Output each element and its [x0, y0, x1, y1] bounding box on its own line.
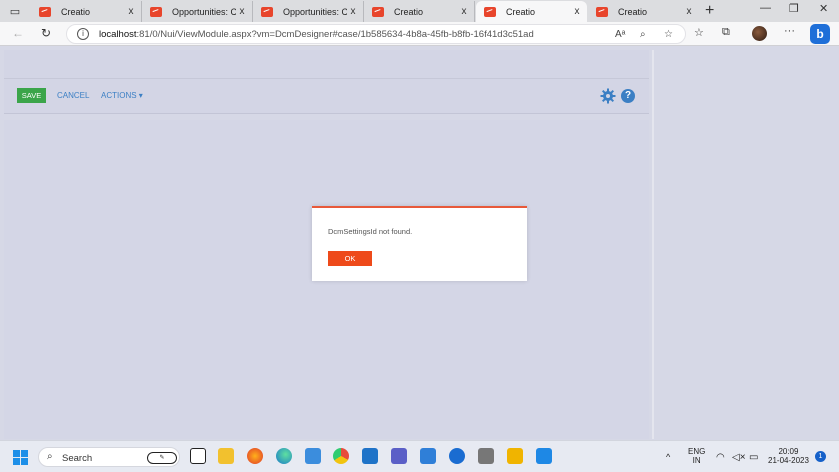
close-tab-icon[interactable]: x [458, 6, 470, 17]
site-info-icon[interactable]: i [77, 28, 89, 40]
browser-tab-active[interactable]: Creatio x [476, 1, 587, 22]
header-divider [4, 78, 649, 79]
url-path: :81/0/Nui/ViewModule.aspx?vm=DcmDesigner… [136, 29, 534, 40]
close-tab-icon[interactable]: x [236, 6, 248, 17]
notepad-icon[interactable] [305, 448, 321, 464]
snipping-tool-icon[interactable] [507, 448, 523, 464]
close-tab-icon[interactable]: x [125, 6, 137, 17]
creatio-favicon-icon [150, 6, 162, 17]
battery-icon[interactable]: ▭ [749, 452, 758, 463]
close-tab-icon[interactable]: x [683, 6, 695, 17]
windows-start-icon[interactable] [13, 450, 28, 465]
search-icon: ⌕ [47, 451, 53, 462]
language-indicator[interactable]: ENG IN [688, 447, 705, 465]
cancel-button[interactable]: CANCEL [57, 91, 89, 100]
notification-badge[interactable]: 1 [815, 451, 826, 462]
search-highlight-icon: ✎ [147, 452, 177, 464]
refresh-icon[interactable]: ↻ [41, 26, 51, 40]
add-favorite-icon[interactable]: ☆ [664, 29, 673, 40]
browser-tab[interactable]: Creatio x [364, 1, 475, 22]
close-tab-icon[interactable]: x [347, 6, 359, 17]
show-hidden-icons-chevron-icon[interactable]: ^ [666, 452, 670, 462]
wifi-icon[interactable]: ◠ [716, 452, 725, 463]
close-tab-icon[interactable]: x [571, 6, 583, 17]
more-options-icon[interactable]: ··· [784, 25, 795, 37]
right-side-panel [652, 50, 839, 439]
browser-tab[interactable]: Creatio x [31, 1, 142, 22]
read-aloud-icon[interactable]: Aᵃ [615, 29, 625, 40]
taskbar-search[interactable]: ⌕ Search ✎ [38, 447, 180, 467]
creatio-favicon-icon [39, 6, 51, 17]
page-header: SAVE CANCEL ACTIONS ▾ ? [4, 50, 649, 114]
help-icon[interactable]: ? [621, 89, 635, 103]
browser-tab[interactable]: Opportunities: Case x [142, 1, 253, 22]
clock[interactable]: 20:09 21-04-2023 [768, 447, 809, 465]
back-arrow-icon[interactable]: ← [12, 26, 24, 40]
creatio-favicon-icon [596, 6, 608, 17]
address-bar[interactable]: i localhost:81/0/Nui/ViewModule.aspx?vm=… [66, 24, 686, 44]
browser-tab-bar: ▭ Creatio x Opportunities: Case x Opport… [0, 0, 839, 22]
clock-time: 20:09 [778, 447, 799, 456]
region-label: IN [692, 456, 701, 465]
new-tab-button[interactable]: + [705, 2, 714, 20]
tab-title: Creatio [61, 6, 91, 17]
tab-title: Opportunities: Case [172, 6, 236, 17]
zoom-icon[interactable]: ⌕ [640, 29, 646, 40]
collections-icon[interactable]: ⧉ [722, 26, 730, 39]
mail-icon[interactable] [362, 448, 378, 464]
actions-dropdown[interactable]: ACTIONS ▾ [101, 91, 143, 100]
url-text[interactable]: localhost:81/0/Nui/ViewModule.aspx?vm=Dc… [99, 29, 534, 40]
url-host: localhost [99, 29, 137, 40]
ok-button[interactable]: OK [328, 251, 372, 266]
clock-date: 21-04-2023 [768, 456, 809, 465]
notion-icon[interactable] [190, 448, 206, 464]
edge-icon[interactable] [276, 448, 292, 464]
tab-actions-menu-icon[interactable]: ▭ [7, 3, 23, 19]
chrome-icon[interactable] [333, 448, 349, 464]
favorites-icon[interactable]: ☆ [694, 26, 704, 39]
restore-icon[interactable]: ❐ [789, 2, 799, 15]
save-button[interactable]: SAVE [17, 88, 46, 103]
browser-tab[interactable]: Creatio x [588, 1, 699, 22]
language-label: ENG [688, 447, 706, 456]
firefox-icon[interactable] [247, 448, 263, 464]
gear-icon[interactable] [600, 88, 616, 104]
vscode-icon[interactable] [536, 448, 552, 464]
creatio-favicon-icon [372, 6, 384, 17]
address-bar-row: ← ↻ i localhost:81/0/Nui/ViewModule.aspx… [0, 22, 839, 46]
microphone-icon[interactable] [478, 448, 494, 464]
browser-tab[interactable]: Opportunities: Case x [253, 1, 364, 22]
close-window-icon[interactable]: ✕ [819, 2, 828, 15]
maps-icon[interactable] [449, 448, 465, 464]
tab-title: Opportunities: Case [283, 6, 347, 17]
creatio-favicon-icon [484, 6, 496, 17]
speaker-muted-icon[interactable]: ◁× [732, 452, 746, 463]
tab-title: Creatio [506, 6, 536, 17]
dialog-message: DcmSettingsId not found. [328, 227, 413, 236]
minimize-icon[interactable]: — [760, 2, 771, 14]
profile-avatar[interactable] [752, 26, 767, 41]
bing-copilot-icon[interactable]: b [810, 24, 830, 44]
caret-down-icon: ▾ [138, 91, 143, 100]
actions-label: ACTIONS [101, 91, 137, 100]
file-explorer-icon[interactable] [218, 448, 234, 464]
tab-title: Creatio [394, 6, 424, 17]
teams-icon[interactable] [391, 448, 407, 464]
search-placeholder: Search [62, 453, 93, 464]
error-dialog: DcmSettingsId not found. OK [312, 206, 527, 281]
tab-title: Creatio [618, 6, 648, 17]
todo-icon[interactable] [420, 448, 436, 464]
creatio-favicon-icon [261, 6, 273, 17]
